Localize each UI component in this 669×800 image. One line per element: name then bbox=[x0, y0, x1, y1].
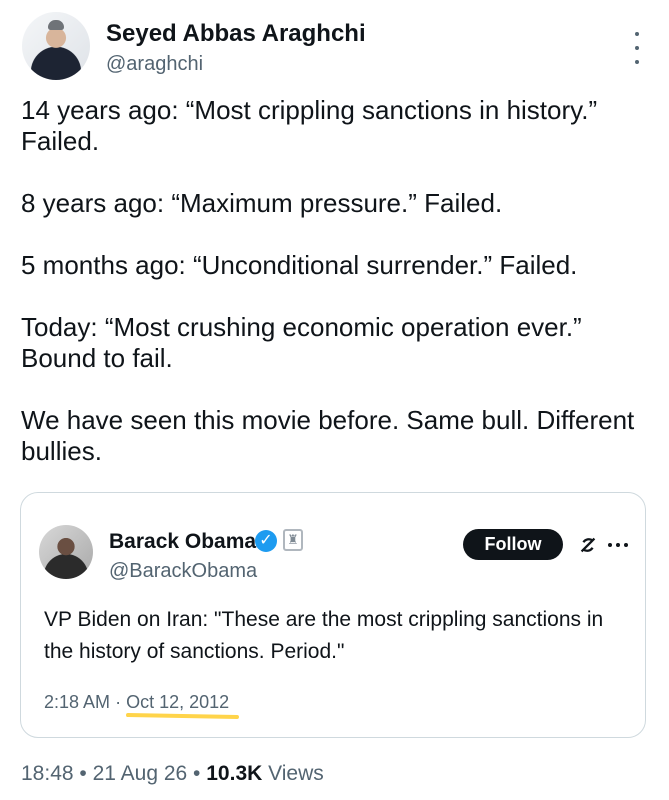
author-avatar[interactable] bbox=[22, 12, 90, 80]
post-time[interactable]: 18:48 bbox=[21, 762, 74, 785]
quoted-date-text: Oct 12, 2012 bbox=[126, 692, 230, 712]
views-label: Views bbox=[268, 762, 324, 785]
tweet-paragraph: 14 years ago: “Most crippling sanctions … bbox=[21, 95, 598, 156]
date-highlight bbox=[126, 713, 240, 719]
quoted-author-handle[interactable]: @BarackObama bbox=[109, 560, 257, 583]
tweet-text: 14 years ago: “Most crippling sanctions … bbox=[21, 95, 651, 498]
quoted-tweet-card[interactable]: Barack Obama ✓ ♜ @BarackObama Follow VP … bbox=[20, 492, 646, 738]
verified-badge-icon: ✓ bbox=[255, 530, 277, 552]
tweet-paragraph: Today: “Most crushing economic operation… bbox=[21, 312, 582, 373]
tweet-paragraph: 5 months ago: “Unconditional surrender.”… bbox=[21, 250, 578, 280]
quoted-tweet-timestamp[interactable]: 2:18 AM · Oct 12, 2012 bbox=[44, 692, 240, 719]
dot-separator: • bbox=[193, 762, 201, 785]
quoted-author-name[interactable]: Barack Obama bbox=[109, 530, 256, 554]
views-count[interactable]: 10.3K bbox=[206, 762, 262, 785]
tweet-paragraph: We have seen this movie before. Same bul… bbox=[21, 405, 635, 466]
more-vertical-icon[interactable] bbox=[633, 32, 641, 64]
tweet-paragraph: 8 years ago: “Maximum pressure.” Failed. bbox=[21, 188, 503, 218]
grok-icon[interactable] bbox=[577, 534, 599, 556]
author-name[interactable]: Seyed Abbas Araghchi bbox=[106, 20, 366, 48]
post-date[interactable]: 21 Aug 26 bbox=[93, 762, 188, 785]
more-horizontal-icon[interactable] bbox=[608, 543, 628, 547]
quoted-date: Oct 12, 2012 bbox=[126, 692, 240, 719]
quoted-author-avatar[interactable] bbox=[39, 525, 93, 579]
government-seal-icon: ♜ bbox=[283, 529, 303, 551]
quoted-time: 2:18 AM bbox=[44, 692, 111, 712]
author-handle[interactable]: @araghchi bbox=[106, 53, 203, 76]
follow-button[interactable]: Follow bbox=[463, 529, 563, 560]
tweet-meta: 18:48 • 21 Aug 26 • 10.3K Views bbox=[21, 762, 324, 786]
dot-separator: • bbox=[79, 762, 87, 785]
quoted-tweet-text: VP Biden on Iran: "These are the most cr… bbox=[44, 608, 604, 663]
separator: · bbox=[115, 692, 122, 712]
tweet-header: Seyed Abbas Araghchi @araghchi bbox=[18, 12, 651, 82]
